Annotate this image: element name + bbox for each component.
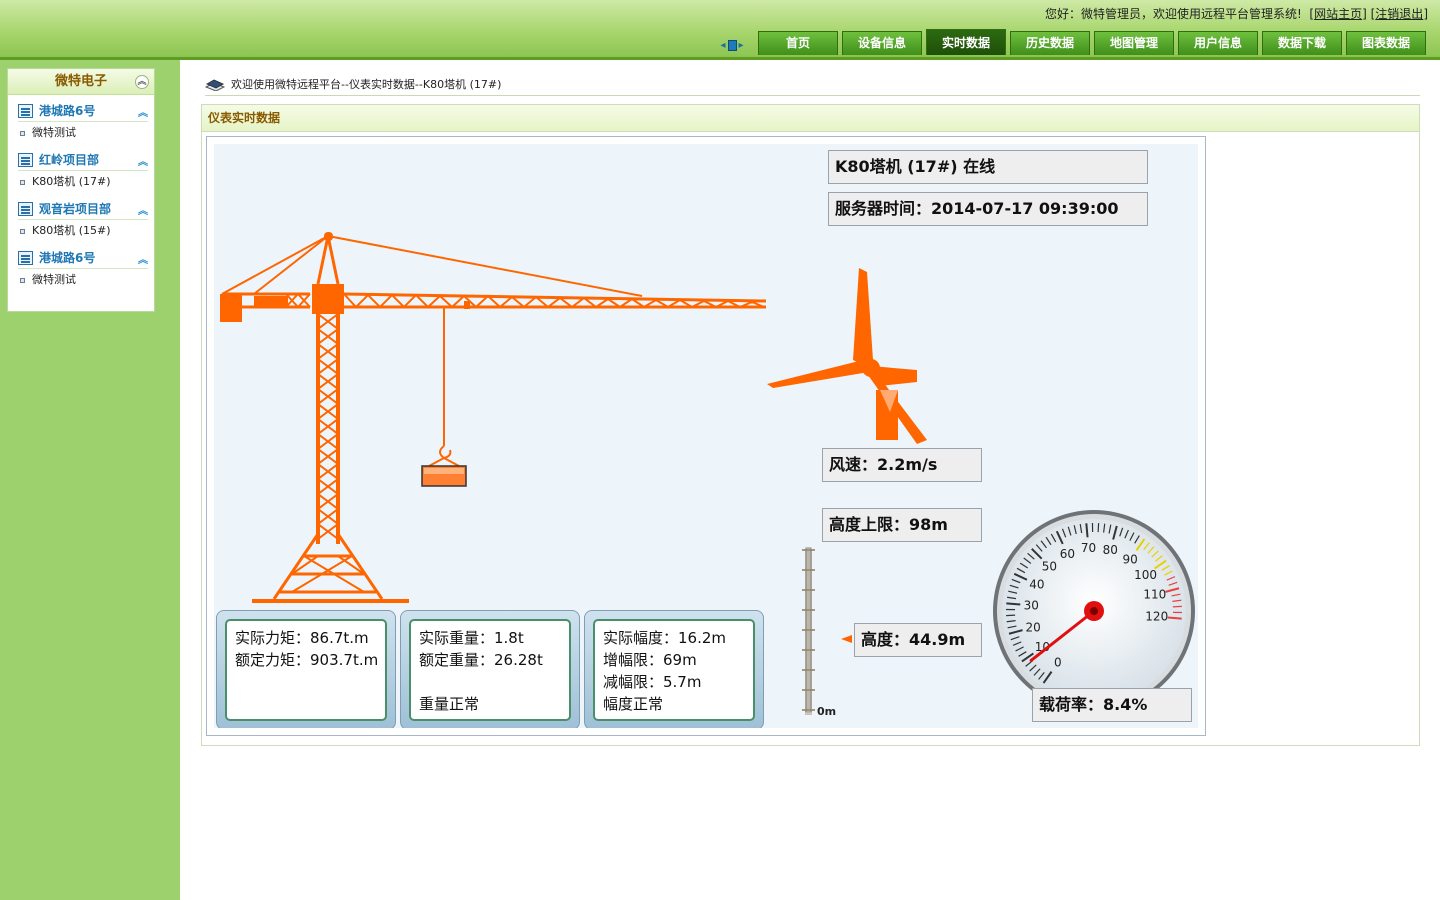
- main-nav: ◂ ▸ 首页 设备信息 实时数据 历史数据 地图管理 用户信息 数据下载 图表数据: [718, 29, 1426, 55]
- collapse-icon[interactable]: ︽: [135, 75, 149, 89]
- tower-crane-illustration: [220, 232, 767, 603]
- torque-card: 实际力矩：86.7t.m 额定力矩：903.7t.m: [216, 610, 396, 728]
- gauge-tick-label: 100: [1134, 568, 1157, 582]
- sidebar-group: 红岭项目部 ︽ K80塔机 (17#): [8, 149, 154, 193]
- weight-status: 重量正常: [419, 695, 480, 713]
- tab-home[interactable]: 首页: [758, 31, 838, 55]
- tab-history-data[interactable]: 历史数据: [1010, 31, 1090, 55]
- bullet-icon: [20, 228, 25, 234]
- gauge-tick-label: 60: [1060, 547, 1075, 561]
- sidebar-title: 微特电子 ︽: [8, 69, 154, 95]
- project-icon: [18, 250, 33, 265]
- actual-range: 实际幅度：16.2m: [603, 629, 727, 647]
- wind-speed-label: 风速：2.2m/s: [822, 448, 982, 482]
- range-card: 实际幅度：16.2m 增幅限：69m 减幅限：5.7m 幅度正常: [584, 610, 764, 728]
- increase-limit: 增幅限：69m: [603, 651, 697, 669]
- sidebar-group-label: 港城路6号: [39, 104, 96, 118]
- breadcrumb-text: 欢迎使用微特远程平台--仪表实时数据--K80塔机 (17#): [231, 77, 502, 91]
- tab-data-download[interactable]: 数据下载: [1262, 31, 1342, 55]
- tab-realtime-data[interactable]: 实时数据: [926, 29, 1006, 55]
- gauge-tick-label: 90: [1122, 552, 1137, 566]
- gauge-tick-label: 30: [1024, 599, 1039, 613]
- gauge-tick-label: 0: [1054, 656, 1062, 670]
- load-rate-gauge: 0102030405060 70 8090100110120: [993, 510, 1195, 712]
- actual-torque: 实际力矩：86.7t.m: [235, 629, 369, 647]
- crane-status-label: K80塔机 (17#) 在线: [828, 150, 1148, 184]
- bullet-icon: [20, 179, 25, 185]
- chevron-up-icon[interactable]: ︽: [138, 251, 148, 266]
- nav-scroll-icon[interactable]: ◂ ▸: [718, 35, 746, 55]
- logout-link[interactable]: 注销退出: [1375, 7, 1423, 21]
- gauge-tick-label: 20: [1026, 620, 1041, 634]
- load-rate-label: 载荷率：8.4%: [1032, 688, 1192, 722]
- gauge-tick: [1085, 523, 1089, 538]
- project-icon: [18, 152, 33, 167]
- sidebar-title-text: 微特电子: [54, 74, 107, 89]
- project-icon: [18, 103, 33, 118]
- gauge-tick-label: 110: [1143, 588, 1166, 602]
- bullet-icon: [20, 130, 25, 136]
- sidebar-item[interactable]: 微特测试: [8, 269, 154, 291]
- tab-device-info[interactable]: 设备信息: [842, 31, 922, 55]
- bullet-icon: [20, 277, 25, 283]
- header: 您好：微特管理员，欢迎使用远程平台管理系统! [网站主页] [注销退出] ◂ ▸ …: [0, 0, 1440, 60]
- chevron-up-icon[interactable]: ︽: [138, 202, 148, 217]
- realtime-panel: 仪表实时数据 K80塔机 (17#) 在线 服务器时间：2014-07-17 0…: [201, 104, 1420, 746]
- sidebar: 微特电子 ︽ 港城路6号 ︽ 微特测试 红岭项目部 ︽ K80塔机 (17#) …: [0, 60, 180, 900]
- tab-chart-data[interactable]: 图表数据: [1346, 31, 1426, 55]
- instrument-monitor: K80塔机 (17#) 在线 服务器时间：2014-07-17 09:39:00…: [206, 136, 1206, 736]
- breadcrumb: 欢迎使用微特远程平台--仪表实时数据--K80塔机 (17#): [205, 72, 1420, 96]
- tab-user-info[interactable]: 用户信息: [1178, 31, 1258, 55]
- weight-card: 实际重量：1.8t 额定重量：26.28t 重量正常: [400, 610, 580, 728]
- sidebar-group: 观音岩项目部 ︽ K80塔机 (15#): [8, 198, 154, 242]
- chevron-up-icon[interactable]: ︽: [138, 104, 148, 119]
- project-icon: [18, 201, 33, 216]
- gauge-tick-label: 50: [1042, 559, 1057, 573]
- sidebar-item[interactable]: K80塔机 (17#): [8, 171, 154, 193]
- welcome-bar: 您好：微特管理员，欢迎使用远程平台管理系统! [网站主页] [注销退出]: [1044, 7, 1428, 21]
- gauge-tick: [1006, 602, 1021, 606]
- home-link[interactable]: 网站主页: [1314, 7, 1362, 21]
- chevron-up-icon[interactable]: ︽: [138, 153, 148, 168]
- range-status: 幅度正常: [603, 695, 664, 713]
- tab-map-management[interactable]: 地图管理: [1094, 31, 1174, 55]
- welcome-text: 您好：微特管理员，欢迎使用远程平台管理系统!: [1044, 7, 1302, 21]
- server-time-label: 服务器时间：2014-07-17 09:39:00: [828, 192, 1148, 226]
- height-label: 高度：44.9m: [854, 623, 982, 657]
- height-pointer-icon: [841, 635, 852, 643]
- device-tree: 微特电子 ︽ 港城路6号 ︽ 微特测试 红岭项目部 ︽ K80塔机 (17#) …: [7, 68, 155, 312]
- height-scale: [802, 547, 815, 715]
- gauge-tick-label: 80: [1103, 543, 1118, 557]
- sidebar-group: 港城路6号 ︽ 微特测试: [8, 100, 154, 144]
- sidebar-item-label: K80塔机 (17#): [32, 175, 111, 188]
- sidebar-group-header[interactable]: 港城路6号 ︽: [18, 247, 148, 269]
- sidebar-group-label: 港城路6号: [39, 251, 96, 265]
- gauge-tick-label: 40: [1029, 577, 1044, 591]
- sidebar-group-label: 红岭项目部: [39, 153, 100, 167]
- gauge-tick-label: 70: [1081, 541, 1096, 555]
- sidebar-item[interactable]: K80塔机 (15#): [8, 220, 154, 242]
- panel-title: 仪表实时数据: [202, 105, 1419, 132]
- sidebar-item-label: K80塔机 (15#): [32, 224, 111, 237]
- sidebar-group-header[interactable]: 观音岩项目部 ︽: [18, 198, 148, 220]
- sidebar-group-label: 观音岩项目部: [39, 202, 112, 216]
- gauge-tick-label: 120: [1145, 609, 1168, 623]
- sidebar-item-label: 微特测试: [32, 273, 76, 286]
- rated-torque: 额定力矩：903.7t.m: [235, 651, 379, 669]
- sidebar-group-header[interactable]: 港城路6号 ︽: [18, 100, 148, 122]
- book-icon: [205, 78, 225, 91]
- sidebar-group: 港城路6号 ︽ 微特测试: [8, 247, 154, 291]
- height-scale-zero-label: 0m: [817, 705, 837, 718]
- sidebar-item-label: 微特测试: [32, 126, 76, 139]
- gauge-tick: [1167, 616, 1182, 620]
- wind-turbine-icon: [767, 268, 927, 444]
- actual-weight: 实际重量：1.8t: [419, 629, 524, 647]
- rated-weight: 额定重量：26.28t: [419, 651, 543, 669]
- crane-scene: K80塔机 (17#) 在线 服务器时间：2014-07-17 09:39:00…: [214, 144, 1198, 728]
- height-limit-label: 高度上限：98m: [822, 508, 982, 542]
- decrease-limit: 减幅限：5.7m: [603, 673, 702, 691]
- sidebar-item[interactable]: 微特测试: [8, 122, 154, 144]
- sidebar-group-header[interactable]: 红岭项目部 ︽: [18, 149, 148, 171]
